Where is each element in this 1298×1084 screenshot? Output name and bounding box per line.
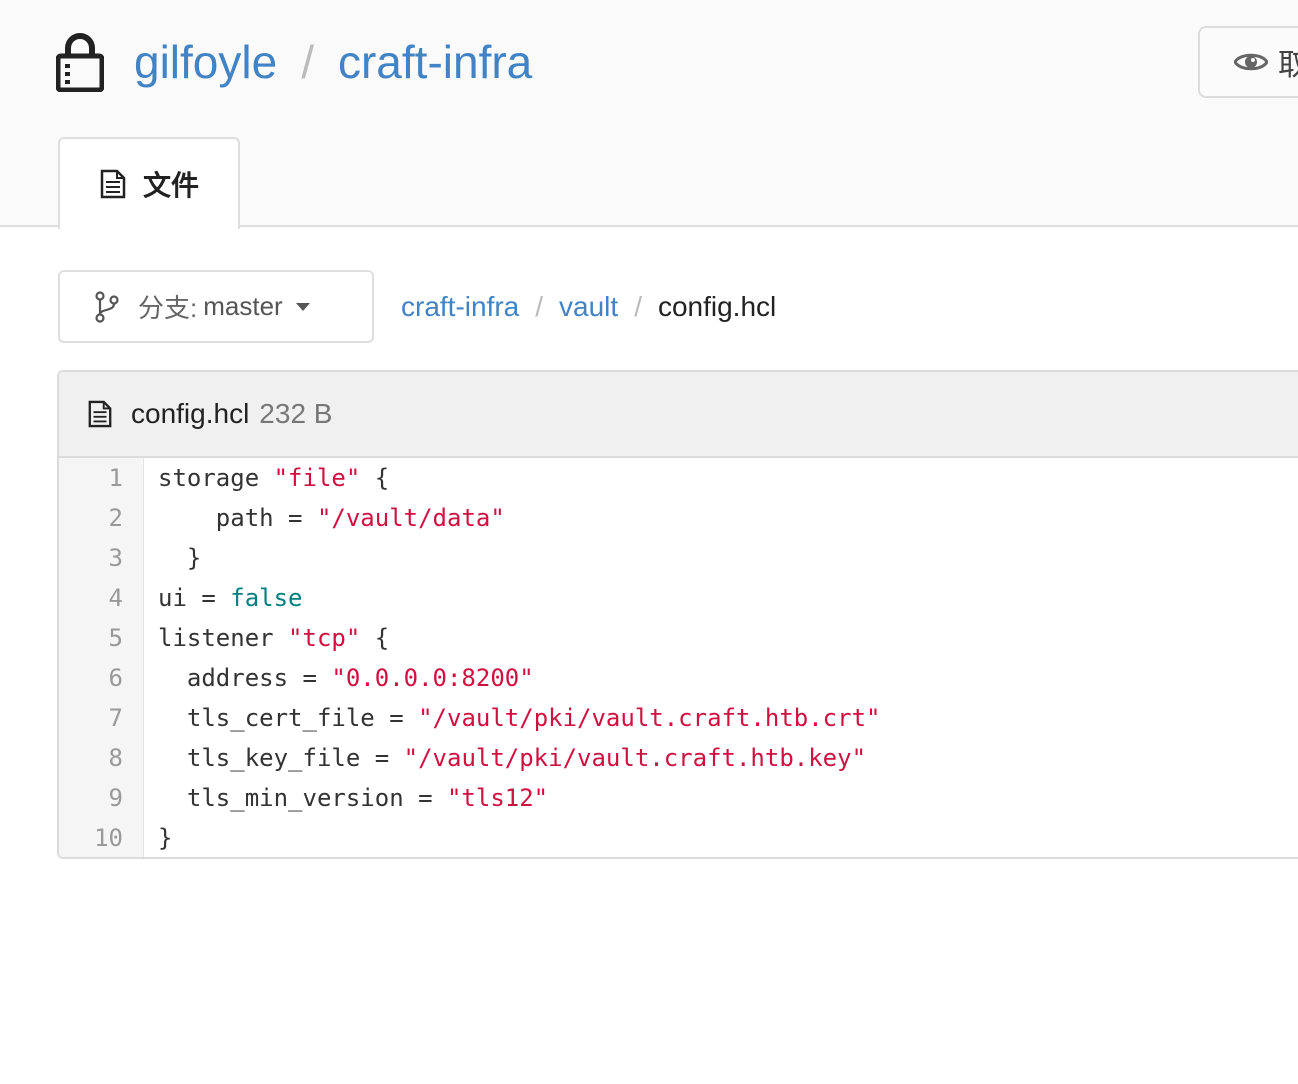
string-token: "tcp" xyxy=(288,624,361,652)
code-token: address = xyxy=(158,664,332,692)
repo-separator: / xyxy=(301,36,314,88)
code-token: } xyxy=(158,824,173,852)
code-line: } xyxy=(158,538,880,578)
code-line: address = "0.0.0.0:8200" xyxy=(158,658,880,698)
string-token: "0.0.0.0:8200" xyxy=(331,664,534,692)
repo-title: gilfoyle / craft-infra xyxy=(56,24,532,100)
file-viewer: config.hcl 232 B 1 2 3 4 5 6 7 8 9 10 storage "fi… xyxy=(57,370,1298,859)
code-token: } xyxy=(158,544,202,572)
code-line: tls_min_version = "tls12" xyxy=(158,778,880,818)
tab-files[interactable]: 文件 xyxy=(58,137,240,229)
code-line: ui = false xyxy=(158,578,880,618)
eye-icon xyxy=(1234,53,1268,71)
code-token: listener xyxy=(158,624,289,652)
watch-button[interactable]: 取 xyxy=(1198,26,1298,98)
breadcrumb-folder-link[interactable]: vault xyxy=(559,291,618,323)
lock-icon xyxy=(56,33,104,92)
breadcrumb-separator: / xyxy=(535,291,544,322)
repo-owner-link[interactable]: gilfoyle xyxy=(134,35,277,89)
branch-dropdown[interactable]: 分支: master xyxy=(58,270,374,343)
line-number[interactable]: 10 xyxy=(59,818,143,857)
code-token: tls_key_file = xyxy=(158,744,404,772)
breadcrumb-current-file: config.hcl xyxy=(657,291,777,322)
line-number-gutter: 1 2 3 4 5 6 7 8 9 10 xyxy=(59,458,144,857)
file-name: config.hcl xyxy=(131,398,250,429)
code-token: { xyxy=(360,624,390,652)
repo-header: gilfoyle / craft-infra 取 文件 xyxy=(0,0,1298,229)
string-token: "tls12" xyxy=(446,784,549,812)
line-number[interactable]: 4 xyxy=(59,578,143,618)
code-token: ui = xyxy=(158,584,231,612)
line-number[interactable]: 7 xyxy=(59,698,143,738)
breadcrumb-separator: / xyxy=(634,291,642,322)
branch-prefix: 分支: xyxy=(138,293,198,323)
caret-down-icon xyxy=(295,302,310,311)
line-number[interactable]: 6 xyxy=(59,658,143,698)
repo-name-link[interactable]: craft-infra xyxy=(338,35,532,89)
file-size: 232 B xyxy=(259,398,333,429)
line-number[interactable]: 3 xyxy=(59,538,143,578)
code-line: tls_cert_file = "/vault/pki/vault.craft.… xyxy=(158,698,881,738)
string-token: "file" xyxy=(273,464,361,492)
code-token: tls_min_version = xyxy=(158,784,447,812)
breadcrumb-repo-link[interactable]: craft-infra xyxy=(401,291,519,323)
line-number[interactable]: 5 xyxy=(59,618,143,658)
code-line: storage "file" { xyxy=(158,458,880,498)
file-text-icon xyxy=(88,400,112,428)
code-line: listener "tcp" { xyxy=(158,618,880,658)
line-number[interactable]: 8 xyxy=(59,738,143,778)
string-token: "/vault/data" xyxy=(316,504,505,532)
git-branch-icon xyxy=(95,290,119,323)
file-header: config.hcl 232 B xyxy=(59,372,1298,458)
code-lines: storage "file" { path = "/vault/data" } u… xyxy=(144,458,881,857)
file-text-icon xyxy=(100,169,126,199)
string-token: "/vault/pki/vault.craft.htb.key" xyxy=(403,744,867,772)
line-number[interactable]: 2 xyxy=(59,498,143,538)
code-line: path = "/vault/data" xyxy=(158,498,880,538)
line-number[interactable]: 9 xyxy=(59,778,143,818)
code-line: } xyxy=(158,818,880,857)
breadcrumb: craft-infra / vault / config.hcl xyxy=(401,285,776,329)
code-token: storage xyxy=(158,464,274,492)
code-line: tls_key_file = "/vault/pki/vault.craft.h… xyxy=(158,738,880,778)
code-token: tls_cert_file = xyxy=(158,704,419,732)
line-number[interactable]: 1 xyxy=(59,458,143,498)
code-token: { xyxy=(360,464,390,492)
code-block: 1 2 3 4 5 6 7 8 9 10 storage "file" { path = "/va… xyxy=(59,458,1298,857)
keyword-token: false xyxy=(230,584,303,612)
string-token: "/vault/pki/vault.craft.htb.crt" xyxy=(418,704,881,732)
code-token: path = xyxy=(158,504,317,532)
tab-files-label: 文件 xyxy=(142,170,199,201)
branch-name: master xyxy=(203,291,283,321)
watch-label: 取 xyxy=(1278,40,1298,84)
